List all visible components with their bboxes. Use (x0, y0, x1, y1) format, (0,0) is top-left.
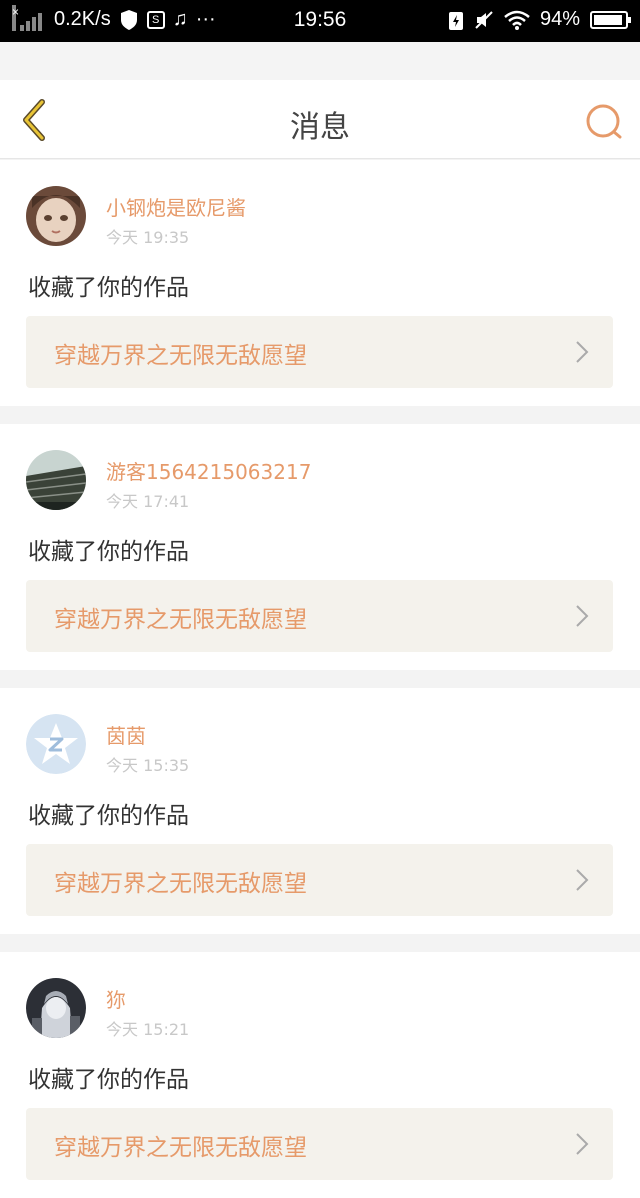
anime-avatar-image (26, 978, 86, 1038)
work-title: 穿越万界之无限无敌愿望 (54, 343, 307, 369)
message-card: 茵茵 今天 15:35 收藏了你的作品 穿越万界之无限无敌愿望 (0, 688, 640, 934)
avatar[interactable] (26, 186, 86, 246)
search-button[interactable] (584, 102, 624, 142)
default-avatar-image (26, 714, 86, 774)
message-card: 狝 今天 15:21 收藏了你的作品 穿越万界之无限无敌愿望 (0, 952, 640, 1198)
status-bar: × 0.2K/s S ♫ ··· 19:56 94% (0, 0, 640, 42)
action-text: 收藏了你的作品 (28, 539, 189, 565)
action-text: 收藏了你的作品 (28, 803, 189, 829)
doll-avatar-image (26, 186, 86, 246)
work-title: 穿越万界之无限无敌愿望 (54, 607, 307, 633)
message-card: 小钢炮是欧尼酱 今天 19:35 收藏了你的作品 穿越万界之无限无敌愿望 (0, 160, 640, 406)
avatar[interactable] (26, 714, 86, 774)
chevron-right-icon (576, 605, 589, 627)
username[interactable]: 茵茵 (106, 720, 146, 749)
timestamp: 今天 17:41 (106, 492, 190, 511)
timestamp: 今天 15:21 (106, 1020, 190, 1039)
chevron-right-icon (576, 1133, 589, 1155)
username[interactable]: 游客1564215063217 (106, 456, 311, 485)
username[interactable]: 小钢炮是欧尼酱 (106, 192, 246, 221)
timestamp: 今天 15:35 (106, 756, 190, 775)
work-link[interactable]: 穿越万界之无限无敌愿望 (26, 844, 613, 916)
wifi-icon (504, 10, 530, 30)
building-avatar-image (26, 450, 86, 510)
timestamp: 今天 19:35 (106, 228, 190, 247)
work-link[interactable]: 穿越万界之无限无敌愿望 (26, 580, 613, 652)
action-text: 收藏了你的作品 (28, 275, 189, 301)
work-link[interactable]: 穿越万界之无限无敌愿望 (26, 1108, 613, 1180)
charging-icon (448, 11, 463, 30)
message-card: 游客1564215063217 今天 17:41 收藏了你的作品 穿越万界之无限… (0, 424, 640, 670)
work-title: 穿越万界之无限无敌愿望 (54, 871, 307, 897)
avatar[interactable] (26, 978, 86, 1038)
battery-percent: 94% (539, 8, 580, 30)
chevron-right-icon (576, 869, 589, 891)
top-spacer (0, 42, 640, 80)
page-title: 消息 (290, 110, 350, 145)
action-text: 收藏了你的作品 (28, 1067, 189, 1093)
battery-icon (590, 10, 631, 29)
username[interactable]: 狝 (106, 984, 126, 1013)
chevron-right-icon (576, 341, 589, 363)
avatar[interactable] (26, 450, 86, 510)
work-title: 穿越万界之无限无敌愿望 (54, 1135, 307, 1161)
mute-icon (475, 10, 493, 29)
work-link[interactable]: 穿越万界之无限无敌愿望 (26, 316, 613, 388)
nav-bar: 消息 (0, 80, 640, 159)
